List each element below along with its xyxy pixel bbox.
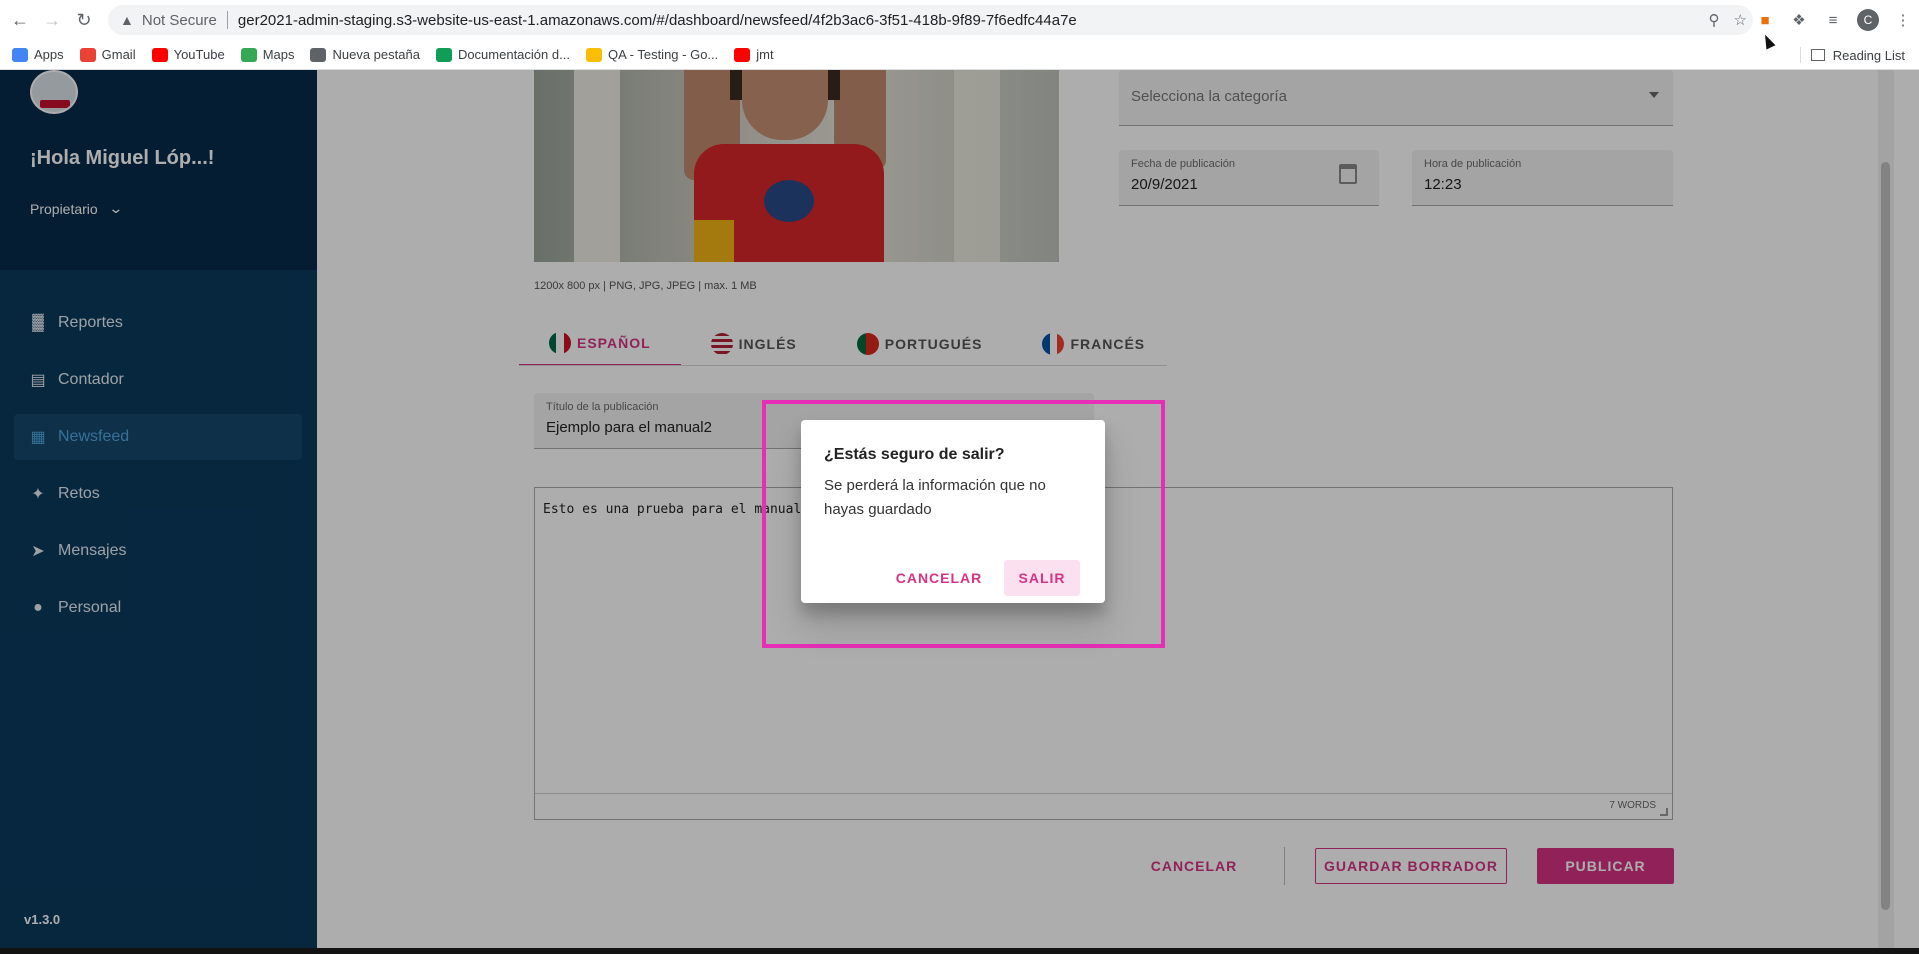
profile-avatar[interactable]: C — [1857, 9, 1879, 31]
exit-confirm-dialog: ¿Estás seguro de salir? Se perderá la in… — [801, 420, 1105, 603]
bookmark-label: YouTube — [173, 47, 225, 62]
forward-arrow-icon[interactable]: → — [40, 8, 64, 32]
bookmark-item[interactable]: Gmail — [79, 47, 136, 62]
reading-list-icon — [1810, 49, 1825, 61]
dialog-message: Se perderá la información que no hayas g… — [824, 477, 1046, 518]
omnibox-divider — [226, 11, 228, 29]
bookmark-favicon-icon — [734, 47, 751, 62]
bookmark-favicon-icon — [151, 47, 168, 62]
key-icon[interactable]: ⚲ — [1709, 11, 1720, 29]
url-text[interactable]: ger2021-admin-staging.s3-website-us-east… — [238, 12, 1077, 29]
browser-toolbar: ← → ↻ ▲ Not Secure ger2021-admin-staging… — [0, 0, 1919, 40]
media-queue-icon[interactable]: ≡ — [1823, 10, 1843, 30]
security-label: Not Secure — [141, 11, 217, 29]
reload-icon[interactable]: ↻ — [72, 8, 96, 32]
puzzle-icon[interactable]: ❖ — [1789, 10, 1809, 30]
bookmark-item[interactable]: Nueva pestaña — [310, 47, 420, 62]
bookmark-favicon-icon — [585, 47, 602, 62]
bookmark-label: QA - Testing - Go... — [607, 47, 719, 62]
bookmarks-divider — [1800, 47, 1801, 63]
dialog-exit-button[interactable]: SALIR — [1004, 560, 1080, 596]
dialog-title: ¿Estás seguro de salir? — [824, 446, 1005, 463]
more-menu-icon[interactable]: ⋮ — [1893, 10, 1913, 30]
bookmark-favicon-icon — [310, 47, 327, 62]
bookmark-star-icon[interactable]: ☆ — [1734, 11, 1747, 29]
bookmark-label: Nueva pestaña — [332, 47, 420, 62]
reading-list-label: Reading List — [1832, 47, 1905, 63]
address-bar[interactable]: ▲ Not Secure ger2021-admin-staging.s3-we… — [108, 5, 1753, 35]
dialog-cancel-button[interactable]: CANCELAR — [891, 560, 987, 596]
bookmark-label: Documentación d... — [457, 47, 570, 62]
bookmark-item[interactable]: Maps — [240, 47, 295, 62]
bookmark-item[interactable]: Apps — [12, 47, 64, 62]
bookmarks-bar: Apps Gmail YouTube Maps Nueva pestaña Documen… — [0, 40, 1919, 70]
bookmark-label: Apps — [34, 47, 64, 62]
bookmark-label: Gmail — [101, 47, 136, 62]
warning-icon: ▲ — [120, 12, 134, 28]
reading-list-button[interactable]: Reading List — [1810, 40, 1905, 70]
back-arrow-icon[interactable]: ← — [8, 8, 32, 32]
bookmark-favicon-icon — [435, 47, 452, 62]
bookmark-item[interactable]: jmt — [734, 47, 774, 62]
extension-badge-icon[interactable]: ■ — [1755, 10, 1775, 30]
bookmark-favicon-icon — [79, 47, 96, 62]
bookmark-item[interactable]: Documentación d... — [435, 47, 570, 62]
bookmark-label: Maps — [262, 47, 295, 62]
bookmark-item[interactable]: YouTube — [151, 47, 225, 62]
bookmark-item[interactable]: QA - Testing - Go... — [585, 47, 719, 62]
bookmark-favicon-icon — [240, 47, 257, 62]
bookmark-label: jmt — [756, 47, 774, 62]
bookmark-favicon-icon — [12, 47, 28, 62]
